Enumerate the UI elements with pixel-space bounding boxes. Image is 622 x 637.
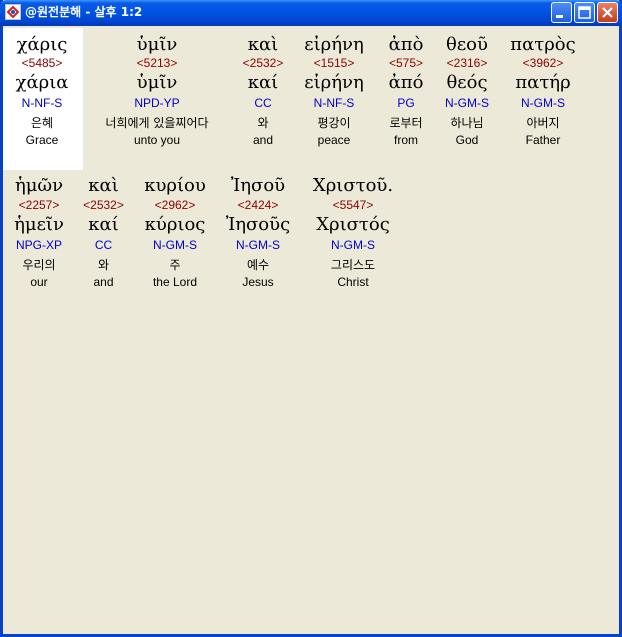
- parsing-code: NPG-XP: [15, 238, 62, 252]
- word-block[interactable]: Χριστοῦ. <5547> Χριστός N-GM-S 그리스도 Chri…: [301, 26, 405, 316]
- english-gloss: and: [93, 275, 114, 289]
- strong-number[interactable]: <5547>: [301, 198, 405, 212]
- greek-lemma: πατήρ: [515, 72, 571, 93]
- interlinear-view: χάρις <5485> χάρια N-NF-S 은혜 Grace ὑμῖν …: [3, 26, 619, 634]
- english-gloss: Christ: [337, 275, 369, 289]
- greek-lemma: ἡμεῖν: [14, 214, 64, 235]
- korean-gloss: 하나님: [450, 116, 484, 130]
- strong-number[interactable]: <2316>: [437, 56, 497, 70]
- english-gloss: our: [30, 275, 48, 289]
- english-gloss: the Lord: [152, 275, 198, 289]
- greek-word: πατρὸς: [510, 34, 576, 55]
- strong-number[interactable]: <2532>: [76, 198, 131, 212]
- english-gloss: God: [455, 133, 479, 147]
- window-title: @원전분해 - 살후 1:2: [25, 5, 143, 19]
- greek-lemma: Χριστός: [316, 214, 390, 235]
- korean-gloss: 우리의: [22, 258, 56, 272]
- greek-lemma: κύριος: [144, 214, 206, 235]
- korean-gloss: 아버지: [526, 116, 560, 130]
- close-button[interactable]: [597, 2, 618, 23]
- korean-gloss: 와: [97, 258, 110, 272]
- korean-gloss: 그리스도: [330, 258, 376, 272]
- greek-lemma: θεός: [446, 72, 488, 93]
- app-window: @원전분해 - 살후 1:2 χάρις <5485> χάρια N-NF-S…: [0, 0, 622, 637]
- app-icon[interactable]: [5, 4, 21, 20]
- english-gloss: Father: [525, 133, 561, 147]
- word-block[interactable]: κυρίου <2962> κύριος N-GM-S 주 the Lord: [135, 26, 215, 316]
- greek-word: ἡμῶν: [14, 175, 64, 196]
- parsing-code: CC: [94, 238, 113, 252]
- strong-number[interactable]: <3962>: [503, 56, 583, 70]
- greek-word: Χριστοῦ.: [312, 175, 394, 196]
- word-block[interactable]: Ἰησοῦ <2424> Ἰησοῦς N-GM-S 예수 Jesus: [219, 26, 297, 316]
- english-gloss: Jesus: [242, 275, 274, 289]
- parsing-code: N-GM-S: [445, 96, 489, 110]
- word-block[interactable]: καὶ <2532> καί CC 와 and: [76, 26, 131, 316]
- title-bar[interactable]: @원전분해 - 살후 1:2: [0, 0, 622, 26]
- maximize-button[interactable]: [574, 2, 595, 23]
- greek-word: κυρίου: [144, 175, 206, 196]
- parsing-code: N-GM-S: [521, 96, 565, 110]
- greek-word: Ἰησοῦ: [230, 175, 286, 196]
- greek-lemma: Ἰησοῦς: [225, 214, 291, 235]
- korean-gloss: 주: [169, 258, 181, 272]
- korean-gloss: 예수: [246, 258, 270, 272]
- word-block[interactable]: θεοῦ <2316> θεός N-GM-S 하나님 God: [437, 26, 497, 176]
- greek-word: καὶ: [88, 175, 119, 196]
- word-block[interactable]: ἡμῶν <2257> ἡμεῖν NPG-XP 우리의 our: [7, 26, 71, 316]
- greek-lemma: καί: [88, 214, 119, 235]
- minimize-button[interactable]: [551, 2, 572, 23]
- strong-number[interactable]: <2962>: [135, 198, 215, 212]
- strong-number[interactable]: <2257>: [7, 198, 71, 212]
- parsing-code: N-GM-S: [153, 238, 197, 252]
- parsing-code: N-GM-S: [331, 238, 375, 252]
- strong-number[interactable]: <2424>: [219, 198, 297, 212]
- greek-word: θεοῦ: [446, 34, 488, 55]
- word-block[interactable]: πατρὸς <3962> πατήρ N-GM-S 아버지 Father: [503, 26, 583, 176]
- parsing-code: N-GM-S: [236, 238, 280, 252]
